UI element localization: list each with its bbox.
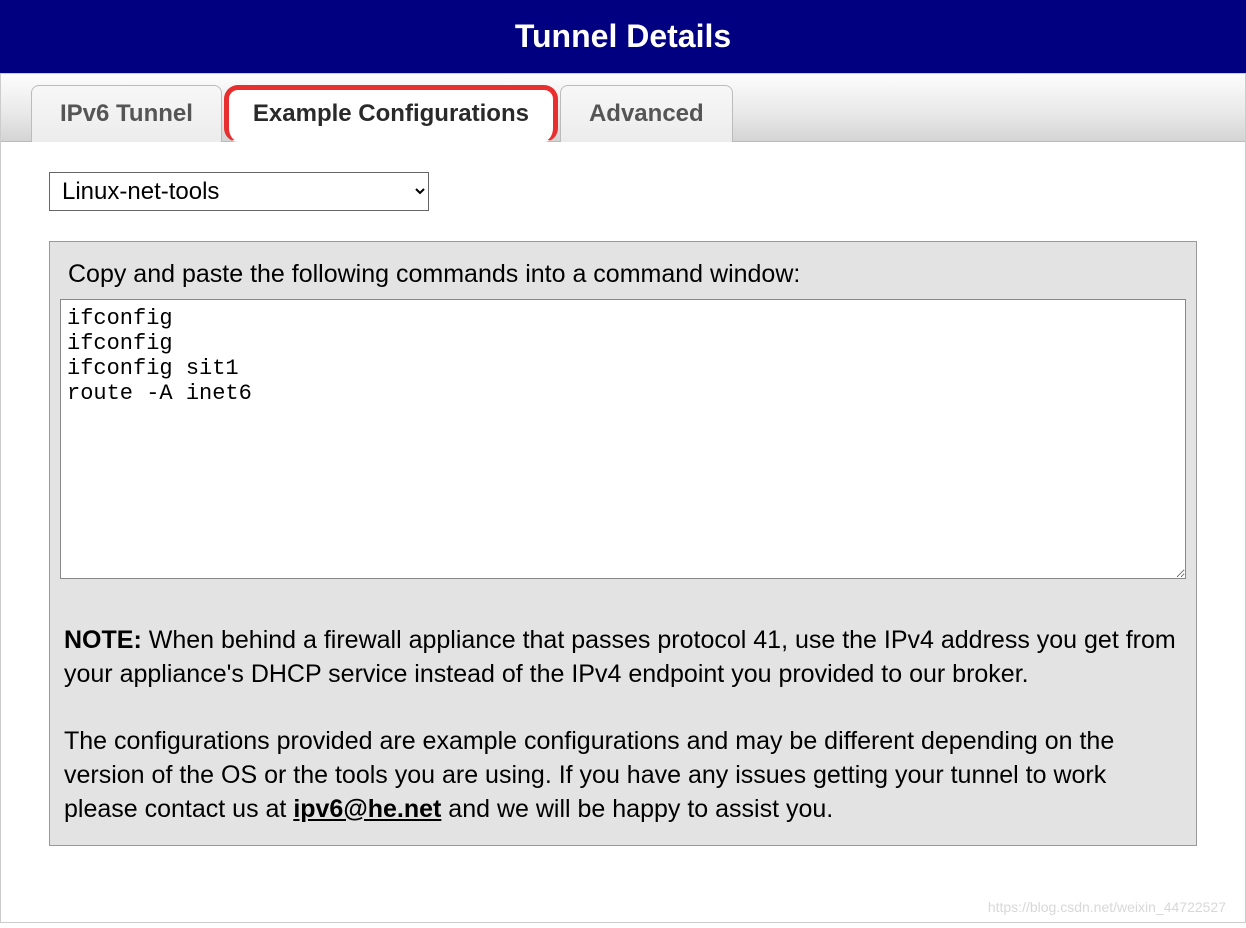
tab-example-configurations[interactable]: Example Configurations (224, 85, 558, 142)
tab-ipv6-tunnel[interactable]: IPv6 Tunnel (31, 85, 222, 142)
os-select[interactable]: Linux-net-tools (49, 172, 429, 211)
tab-content: Linux-net-tools Copy and paste the follo… (1, 142, 1245, 876)
tab-label: IPv6 Tunnel (60, 100, 193, 127)
note-paragraph-1: NOTE: When behind a firewall appliance t… (64, 624, 1182, 692)
page-title: Tunnel Details (515, 18, 731, 54)
instruction-text: Copy and paste the following commands in… (68, 260, 1186, 289)
tab-bar: IPv6 Tunnel Example Configurations Advan… (1, 74, 1245, 142)
note-paragraph-2: The configurations provided are example … (64, 725, 1182, 826)
tab-label: Advanced (589, 100, 704, 127)
page-title-bar: Tunnel Details (0, 0, 1246, 73)
tab-label: Example Configurations (253, 100, 529, 127)
note-body-2b: and we will be happy to assist you. (441, 795, 833, 823)
watermark: https://blog.csdn.net/weixin_44722527 (988, 899, 1226, 915)
commands-textarea[interactable] (60, 299, 1186, 579)
contact-email-link[interactable]: ipv6@he.net (293, 795, 441, 823)
note-body-1: When behind a firewall appliance that pa… (64, 626, 1176, 688)
tunnel-panel: IPv6 Tunnel Example Configurations Advan… (0, 73, 1246, 923)
note-label: NOTE: (64, 626, 142, 654)
config-box: Copy and paste the following commands in… (49, 241, 1197, 846)
note-block: NOTE: When behind a firewall appliance t… (60, 624, 1186, 827)
tab-advanced[interactable]: Advanced (560, 85, 733, 142)
